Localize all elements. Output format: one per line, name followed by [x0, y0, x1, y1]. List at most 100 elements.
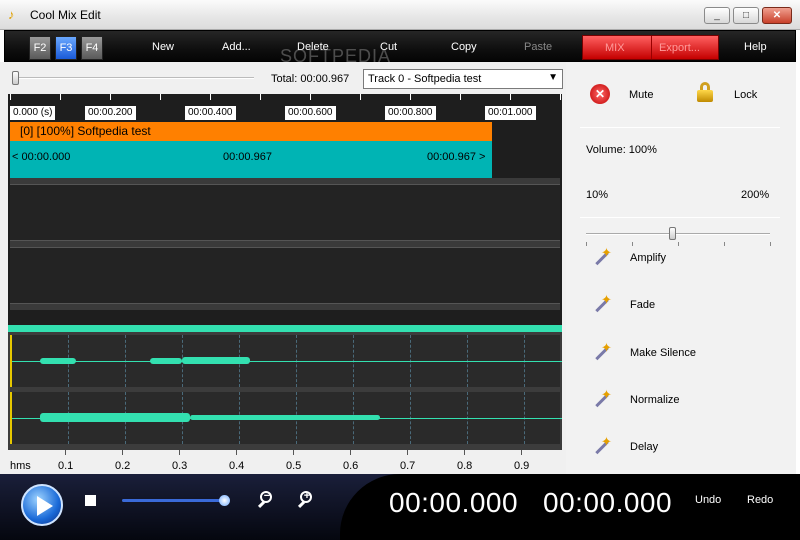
app-music-icon: ♪: [8, 7, 15, 22]
make-silence-effect-button[interactable]: Make Silence: [630, 347, 696, 359]
play-icon: [37, 496, 53, 516]
hms-tick: [236, 450, 237, 455]
playback-position-slider[interactable]: [122, 499, 228, 502]
minimize-button[interactable]: _: [704, 7, 730, 24]
hms-label: 0.4: [229, 460, 245, 472]
volume-tick: [724, 242, 725, 246]
hms-tick: [293, 450, 294, 455]
volume-min-label: 10%: [586, 189, 609, 201]
mute-button[interactable]: Mute: [629, 89, 653, 101]
waveform-segment: [182, 357, 250, 364]
delay-effect-button[interactable]: Delay: [630, 441, 658, 453]
ruler-tick: [110, 94, 111, 100]
hms-label: 0.7: [400, 460, 416, 472]
track-select-value: Track 0 - Softpedia test: [368, 73, 482, 85]
waveform-channel-left: [10, 335, 562, 387]
waveform-baseline: [12, 361, 562, 362]
mute-icon[interactable]: ✕: [590, 84, 610, 104]
ruler-tick: [560, 94, 561, 100]
playback-position-thumb[interactable]: [219, 495, 230, 506]
magic-wand-icon: ✦: [592, 387, 612, 410]
clip-length: 00:00.967: [223, 151, 272, 163]
magic-wand-icon: ✦: [592, 340, 612, 363]
lock-icon[interactable]: [697, 82, 713, 102]
export-button[interactable]: Export...: [659, 42, 700, 54]
divider: [580, 217, 780, 218]
hms-unit-label: hms: [10, 460, 31, 472]
volume-tick: [770, 242, 771, 246]
help-button[interactable]: Help: [744, 41, 767, 53]
waveform-view[interactable]: [8, 325, 562, 450]
ruler-tick: [10, 94, 11, 100]
paste-button[interactable]: Paste: [524, 41, 552, 53]
waveform-segment: [40, 413, 190, 422]
ruler-label: 0.000 (s): [10, 106, 56, 120]
hms-tick: [407, 450, 408, 455]
hms-label: 0.3: [172, 460, 188, 472]
volume-max-label: 200%: [741, 189, 770, 201]
waveform-segment: [190, 415, 380, 420]
volume-slider[interactable]: [586, 233, 770, 235]
empty-track-lane[interactable]: [10, 247, 560, 304]
hms-tick: [350, 450, 351, 455]
waveform-segment: [150, 358, 182, 364]
waveform-overview-bar[interactable]: [8, 325, 562, 332]
hms-label: 0.9: [514, 460, 530, 472]
magic-wand-icon: ✦: [592, 292, 612, 315]
timeline-zoom-slider[interactable]: [14, 77, 254, 79]
volume-tick: [586, 242, 587, 246]
redo-button[interactable]: Redo: [747, 494, 773, 506]
f4-view-button[interactable]: F4: [81, 36, 103, 60]
amplify-effect-button[interactable]: Amplify: [630, 252, 666, 264]
add-button[interactable]: Add...: [222, 41, 251, 53]
hms-label: 0.2: [115, 460, 131, 472]
ruler-tick: [260, 94, 261, 100]
ruler-tick: [310, 94, 311, 100]
mix-button[interactable]: MIX: [605, 42, 625, 54]
new-button[interactable]: New: [152, 41, 174, 53]
volume-tick: [678, 242, 679, 246]
close-button[interactable]: ✕: [762, 7, 792, 24]
current-position-display: 00:00.000: [389, 487, 519, 518]
hms-label: 0.5: [286, 460, 302, 472]
normalize-effect-button[interactable]: Normalize: [630, 394, 680, 406]
lane-separator: [10, 304, 560, 310]
track-select[interactable]: Track 0 - Softpedia test ▼: [363, 69, 563, 89]
mix-export-divider: [651, 36, 652, 59]
undo-button[interactable]: Undo: [695, 494, 721, 506]
play-button[interactable]: [21, 484, 63, 526]
zoom-out-icon[interactable]: −: [257, 490, 276, 509]
f2-view-button[interactable]: F2: [29, 36, 51, 60]
ruler-tick: [410, 94, 411, 100]
hms-label: 0.6: [343, 460, 359, 472]
ruler-label: 00:00.600: [285, 106, 336, 120]
window-title: Cool Mix Edit: [30, 8, 101, 22]
chevron-down-icon: ▼: [548, 72, 558, 83]
track-clip-header[interactable]: [0] [100%] Softpedia test: [10, 122, 492, 141]
divider: [580, 127, 780, 128]
f3-view-button[interactable]: F3: [55, 36, 77, 60]
hms-label: 0.1: [58, 460, 74, 472]
lock-button[interactable]: Lock: [734, 89, 757, 101]
volume-slider-thumb[interactable]: [669, 227, 676, 240]
time-ruler: 0.000 (s) 00:00.200 00:00.400 00:00.600 …: [8, 94, 562, 122]
waveform-segment: [40, 358, 76, 364]
ruler-tick: [210, 94, 211, 100]
mix-export-group: MIX Export...: [582, 35, 719, 60]
copy-button[interactable]: Copy: [451, 41, 477, 53]
length-display: 00:00.000: [543, 487, 673, 518]
ruler-label: 00:00.400: [185, 106, 236, 120]
stop-button[interactable]: [85, 495, 96, 506]
track-clip[interactable]: < 00:00.000 00:00.967 00:00.967 >: [10, 141, 492, 178]
ruler-label: 00:00.200: [85, 106, 136, 120]
fade-effect-button[interactable]: Fade: [630, 299, 655, 311]
maximize-button[interactable]: □: [733, 7, 759, 24]
zoom-in-icon[interactable]: +: [297, 490, 316, 509]
total-duration: Total: 00:00.967: [271, 73, 350, 85]
volume-label: Volume: 100%: [586, 144, 657, 156]
timeline-zoom-thumb[interactable]: [12, 71, 19, 85]
empty-track-lane[interactable]: [10, 184, 560, 241]
hms-tick: [179, 450, 180, 455]
waveform-channel-right: [10, 392, 562, 444]
track-properties-pane: ✕ Mute Lock Volume: 100% 10% 200% ✦ Ampl…: [566, 62, 796, 474]
